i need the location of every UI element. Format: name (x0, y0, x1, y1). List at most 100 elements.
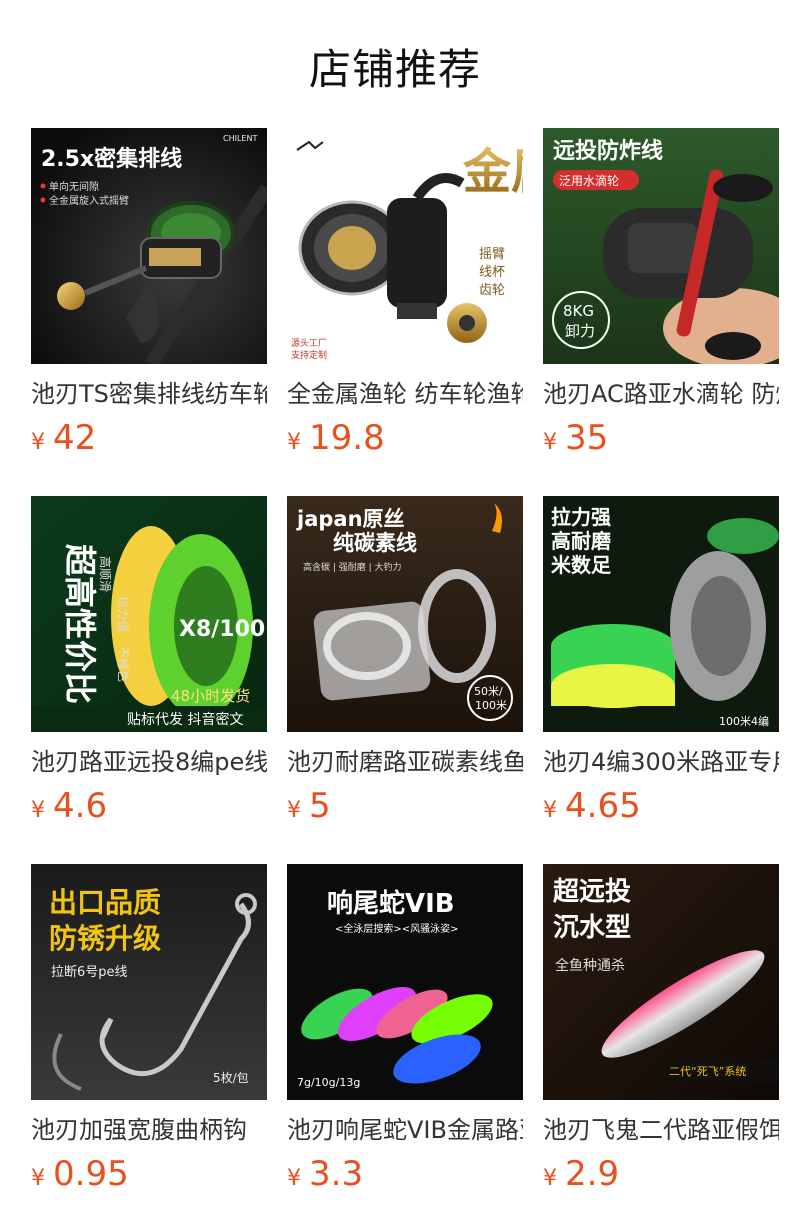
svg-text:泛用水滴轮: 泛用水滴轮 (559, 173, 619, 188)
product-price: ¥42 (31, 416, 267, 460)
svg-text:高含碳 | 强耐磨 | 大钓力: 高含碳 | 强耐磨 | 大钓力 (303, 561, 402, 573)
svg-text:100米: 100米 (475, 699, 507, 712)
product-image-spinning-reel[interactable]: 2.5x密集排线 单向无间隙 全金属旋入式摇臂 CHILENT (31, 128, 267, 364)
product-card[interactable]: 出口品质 防锈升级 拉断6号pe线 5枚/包 池刃加强宽腹曲柄钩 ¥0.95 (31, 864, 267, 1232)
section-title: 店铺推荐 (308, 45, 481, 94)
price-value: 0.95 (53, 1154, 129, 1194)
product-image-pe-line[interactable]: X8/100m 超高性价比 48小时发货 贴标代发 抖音密文 高顺滑 拉力强 不… (31, 496, 267, 732)
currency-symbol: ¥ (543, 1166, 557, 1191)
svg-text:拉断6号pe线: 拉断6号pe线 (51, 965, 128, 980)
svg-text:拉力强: 拉力强 (551, 505, 611, 529)
svg-text:CHILENT: CHILENT (223, 134, 257, 143)
price-value: 2.9 (565, 1154, 620, 1194)
price-value: 4.65 (565, 786, 641, 826)
svg-text:米数足: 米数足 (551, 553, 612, 577)
product-price: ¥4.65 (543, 784, 779, 828)
product-name[interactable]: 池刃AC路亚水滴轮 防炸线 (543, 378, 779, 410)
currency-symbol: ¥ (31, 1166, 45, 1191)
price-value: 5 (309, 786, 331, 826)
svg-text:线杯: 线杯 (479, 265, 505, 280)
price-value: 35 (565, 418, 609, 458)
product-card[interactable]: 远投防炸线 泛用水滴轮 8KG 卸力 池刃AC路亚水滴轮 防炸线 ¥35 (543, 128, 779, 496)
currency-symbol: ¥ (31, 798, 45, 823)
product-grid: 2.5x密集排线 单向无间隙 全金属旋入式摇臂 CHILENT 池刃TS密集排线… (31, 128, 779, 1232)
minnow-lure-icon: 超远投 沉水型 全鱼种通杀 二代“死飞”系统 (543, 864, 779, 1100)
svg-text:高顺滑: 高顺滑 (98, 556, 113, 592)
svg-text:japan原丝: japan原丝 (296, 507, 405, 531)
svg-text:卸力: 卸力 (565, 322, 595, 340)
price-value: 3.3 (309, 1154, 364, 1194)
product-name[interactable]: 池刃加强宽腹曲柄钩 (31, 1114, 267, 1146)
price-value: 19.8 (309, 418, 385, 458)
currency-symbol: ¥ (31, 430, 45, 455)
product-name[interactable]: 全金属渔轮 纺车轮渔轮 (287, 378, 523, 410)
currency-symbol: ¥ (287, 430, 301, 455)
image-headline: 2.5x密集排线 (41, 146, 182, 172)
svg-text:贴标代发 抖音密文: 贴标代发 抖音密文 (127, 711, 243, 728)
currency-symbol: ¥ (543, 798, 557, 823)
product-name[interactable]: 池刃TS密集排线纺车轮 (31, 378, 267, 410)
product-card[interactable]: X8/100m 超高性价比 48小时发货 贴标代发 抖音密文 高顺滑 拉力强 不… (31, 496, 267, 864)
price-value: 42 (53, 418, 97, 458)
svg-text:超高性价比: 超高性价比 (61, 544, 99, 704)
product-image-carbon-line[interactable]: japan原丝 纯碳素线 高含碳 | 强耐磨 | 大钓力 50米/ 100米 (287, 496, 523, 732)
product-image-vib-lure[interactable]: 响尾蛇VIB <全泳层搜索><风骚泳姿> 7g/10g/13g (287, 864, 523, 1100)
product-card[interactable]: 响尾蛇VIB <全泳层搜索><风骚泳姿> 7g/10g/13g 池刃响尾蛇VIB… (287, 864, 523, 1232)
svg-text:5枚/包: 5枚/包 (213, 1070, 249, 1085)
svg-text:超远投: 超远投 (553, 877, 631, 907)
currency-symbol: ¥ (543, 430, 557, 455)
svg-text:摇臂: 摇臂 (479, 247, 505, 262)
svg-text:远投防炸线: 远投防炸线 (553, 138, 663, 164)
svg-text:齿轮: 齿轮 (479, 283, 505, 298)
product-price: ¥19.8 (287, 416, 523, 460)
svg-text:不掉色: 不掉色 (116, 646, 130, 682)
product-card[interactable]: 金属 摇臂 线杯 齿轮 源头工厂 支持定制 全金属渔轮 纺车轮渔轮 ¥19.8 (287, 128, 523, 496)
product-image-metal-reel[interactable]: 金属 摇臂 线杯 齿轮 源头工厂 支持定制 (287, 128, 523, 364)
svg-text:沉水型: 沉水型 (553, 913, 631, 943)
product-price: ¥5 (287, 784, 523, 828)
svg-text:<全泳层搜索><风骚泳姿>: <全泳层搜索><风骚泳姿> (335, 922, 459, 935)
product-image-fish-hook[interactable]: 出口品质 防锈升级 拉断6号pe线 5枚/包 (31, 864, 267, 1100)
product-card[interactable]: 超远投 沉水型 全鱼种通杀 二代“死飞”系统 池刃飞鬼二代路亚假饵 ¥2.9 (543, 864, 779, 1232)
product-price: ¥2.9 (543, 1152, 779, 1196)
product-card[interactable]: 2.5x密集排线 单向无间隙 全金属旋入式摇臂 CHILENT 池刃TS密集排线… (31, 128, 267, 496)
product-name[interactable]: 池刃路亚远投8编pe线 (31, 746, 267, 778)
product-price: ¥0.95 (31, 1152, 267, 1196)
svg-text:全鱼种通杀: 全鱼种通杀 (555, 957, 625, 974)
product-image-baitcasting-reel[interactable]: 远投防炸线 泛用水滴轮 8KG 卸力 (543, 128, 779, 364)
svg-text:出口品质: 出口品质 (49, 886, 161, 919)
currency-symbol: ¥ (287, 1166, 301, 1191)
product-name[interactable]: 池刃响尾蛇VIB金属路亚 (287, 1114, 523, 1146)
svg-text:8KG: 8KG (563, 302, 594, 320)
product-image-minnow-lure[interactable]: 超远投 沉水型 全鱼种通杀 二代“死飞”系统 (543, 864, 779, 1100)
braided-line-spool-icon: X8/100m 超高性价比 48小时发货 贴标代发 抖音密文 高顺滑 拉力强 不… (31, 496, 267, 732)
spinning-reel-icon: 金属 摇臂 线杯 齿轮 源头工厂 支持定制 (287, 128, 523, 364)
svg-text:金属: 金属 (462, 144, 523, 200)
spinning-reel-icon: 2.5x密集排线 单向无间隙 全金属旋入式摇臂 CHILENT (31, 128, 267, 364)
product-price: ¥35 (543, 416, 779, 460)
svg-text:7g/10g/13g: 7g/10g/13g (297, 1076, 360, 1089)
vib-lure-icon: 响尾蛇VIB <全泳层搜索><风骚泳姿> 7g/10g/13g (287, 864, 523, 1100)
svg-text:拉力强: 拉力强 (116, 596, 131, 632)
svg-text:高耐磨: 高耐磨 (551, 529, 611, 553)
product-name[interactable]: 池刃4编300米路亚专用 (543, 746, 779, 778)
svg-text:纯碳素线: 纯碳素线 (333, 531, 417, 555)
product-card[interactable]: 拉力强 高耐磨 米数足 100米4编 池刃4编300米路亚专用 ¥4.65 (543, 496, 779, 864)
product-price: ¥4.6 (31, 784, 267, 828)
svg-text:单向无间隙: 单向无间隙 (49, 180, 99, 193)
svg-text:100米4编: 100米4编 (719, 714, 769, 728)
svg-text:50米/: 50米/ (474, 685, 503, 698)
carbon-line-spool-icon: japan原丝 纯碳素线 高含碳 | 强耐磨 | 大钓力 50米/ 100米 (287, 496, 523, 732)
svg-text:支持定制: 支持定制 (291, 349, 327, 361)
product-name[interactable]: 池刃飞鬼二代路亚假饵 (543, 1114, 779, 1146)
product-name[interactable]: 池刃耐磨路亚碳素线鱼线 (287, 746, 523, 778)
price-value: 4.6 (53, 786, 108, 826)
product-card[interactable]: japan原丝 纯碳素线 高含碳 | 强耐磨 | 大钓力 50米/ 100米 池… (287, 496, 523, 864)
currency-symbol: ¥ (287, 798, 301, 823)
svg-text:48小时发货: 48小时发货 (171, 687, 250, 705)
svg-text:X8/100m: X8/100m (179, 617, 267, 642)
line-spool-icon: 拉力强 高耐磨 米数足 100米4编 (543, 496, 779, 732)
product-price: ¥3.3 (287, 1152, 523, 1196)
product-image-4-strand-line[interactable]: 拉力强 高耐磨 米数足 100米4编 (543, 496, 779, 732)
svg-text:响尾蛇VIB: 响尾蛇VIB (327, 888, 455, 919)
